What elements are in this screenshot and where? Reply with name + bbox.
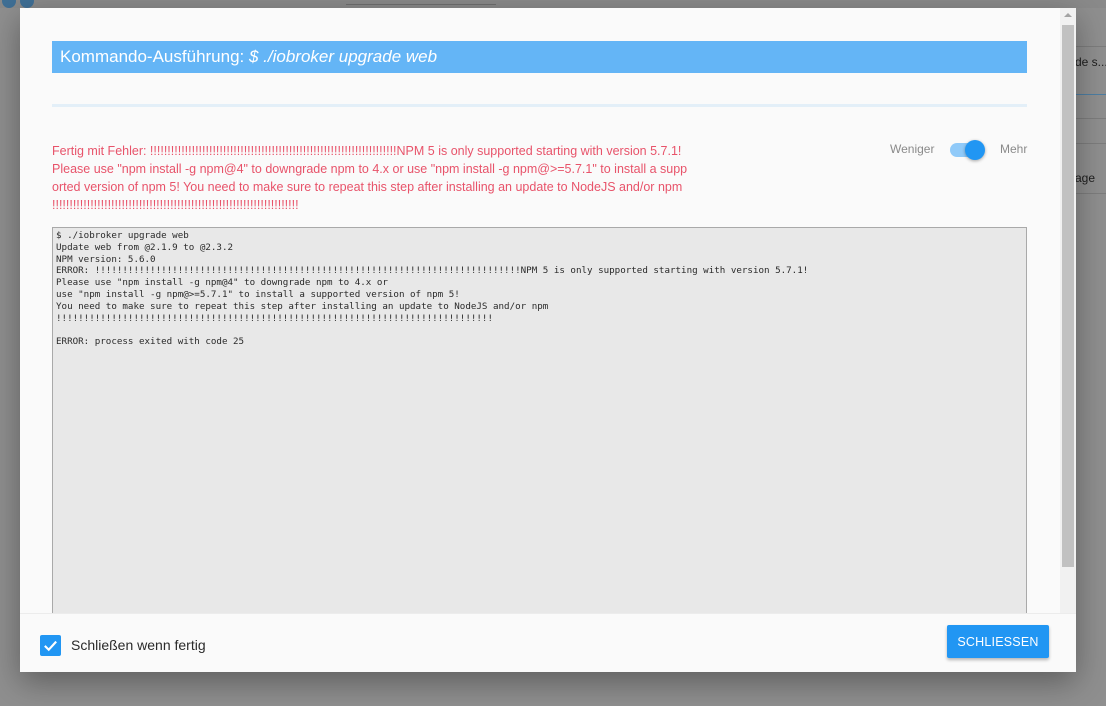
close-when-done-label[interactable]: Schließen wenn fertig: [71, 637, 206, 653]
background-tab-indicator: [346, 4, 496, 5]
dialog-scrollbar[interactable]: [1060, 8, 1076, 613]
console-line: Update web from @2.1.9 to @2.3.2: [56, 241, 234, 253]
checkmark-icon: [44, 640, 57, 652]
console-line: You need to make sure to repeat this ste…: [56, 300, 549, 312]
background-divider: [1076, 118, 1106, 119]
dialog-title-command: $ ./iobroker upgrade web: [249, 47, 438, 66]
toggle-thumb[interactable]: [965, 140, 985, 160]
background-top-bar: [0, 0, 1106, 8]
background-divider: [1076, 143, 1106, 144]
progress-line: [52, 104, 1027, 107]
console-output[interactable]: $ ./iobroker upgrade web Update web from …: [52, 227, 1027, 627]
close-when-done-checkbox[interactable]: [40, 635, 61, 656]
toggle-less-label: Weniger: [890, 142, 935, 156]
console-line: !!!!!!!!!!!!!!!!!!!!!!!!!!!!!!!!!!!!!!!!…: [56, 312, 493, 324]
close-button[interactable]: SCHLIESSEN: [947, 625, 1049, 658]
background-divider: [1076, 94, 1106, 95]
scrollbar-thumb[interactable]: [1062, 25, 1074, 567]
scroll-up-arrow-icon[interactable]: [1064, 13, 1072, 17]
console-line: ERROR: !!!!!!!!!!!!!!!!!!!!!!!!!!!!!!!!!…: [56, 265, 809, 277]
background-divider: [1076, 193, 1106, 194]
error-message: Fertig mit Fehler: !!!!!!!!!!!!!!!!!!!!!…: [52, 144, 688, 212]
background-partial-text: de s...: [1075, 55, 1106, 69]
console-line: use "npm install -g npm@>=5.7.1" to inst…: [56, 288, 460, 300]
console-line: Please use "npm install -g npm@4" to dow…: [56, 277, 388, 289]
detail-toggle[interactable]: Weniger Mehr: [890, 140, 1030, 160]
dialog-title: Kommando-Ausführung: $ ./iobroker upgrad…: [52, 41, 1027, 73]
dialog-footer: Schließen wenn fertig SCHLIESSEN: [20, 613, 1076, 672]
dialog-title-prefix: Kommando-Ausführung:: [60, 47, 249, 66]
console-line: NPM version: 5.6.0: [56, 253, 156, 265]
command-dialog: Kommando-Ausführung: $ ./iobroker upgrad…: [20, 8, 1076, 672]
background-partial-text: age: [1075, 171, 1096, 185]
toggle-more-label: Mehr: [1000, 142, 1028, 156]
console-line: ERROR: process exited with code 25: [56, 336, 245, 348]
background-divider: [1076, 46, 1106, 47]
console-line: $ ./iobroker upgrade web: [56, 230, 189, 241]
